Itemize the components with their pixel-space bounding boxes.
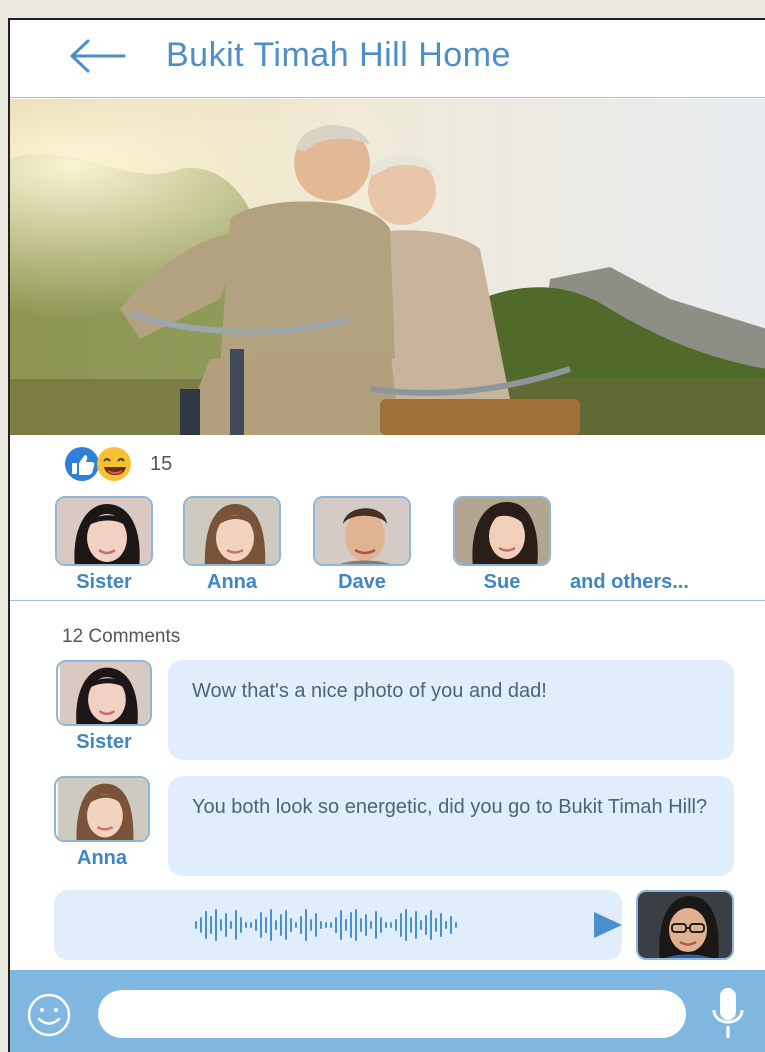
comment-bubble: Wow that's a nice photo of you and dad! [168,660,734,760]
liker-anna[interactable]: Anna [180,496,284,594]
composer-bar [10,970,765,1052]
reaction-summary[interactable]: 15 [62,446,172,482]
avatar [54,776,150,842]
smiley-icon[interactable] [26,992,72,1038]
liker-name: Anna [207,571,257,593]
app-screen: Bukit Timah Hill Home 15 Sister Anna Dav… [8,18,765,1052]
avatar [453,496,551,566]
liker-dave[interactable]: Dave [310,496,414,594]
microphone-icon[interactable] [710,986,746,1042]
divider [10,600,765,601]
liker-sister[interactable]: Sister [52,496,156,594]
arrow-left-icon [70,39,126,73]
liker-sue[interactable]: Sue [450,496,554,594]
liker-name: Sue [483,571,521,593]
top-bar: Bukit Timah Hill Home [10,20,765,98]
comment-author-anna[interactable]: Anna [52,776,152,870]
back-button[interactable] [66,36,130,76]
avatar [55,496,153,566]
waveform-icon [195,909,457,941]
and-others-link[interactable]: and others... [570,571,689,594]
avatar [56,660,152,726]
message-input[interactable] [98,990,686,1038]
voice-message[interactable] [54,890,622,960]
comment-author-name: Sister [76,731,132,753]
reaction-count: 15 [150,452,173,475]
comment-author-name: Anna [77,847,127,869]
post-photo-image [10,99,765,435]
thumbs-up-icon [65,447,131,481]
comment-count: 12 Comments [62,626,181,647]
liker-name: Dave [338,571,386,593]
voice-sender-avatar[interactable] [636,890,734,960]
play-icon[interactable] [592,910,624,940]
comment-author-sister[interactable]: Sister [54,660,154,754]
page-title: Bukit Timah Hill Home [166,36,511,74]
liker-name: Sister [76,571,132,593]
post-photo[interactable] [10,99,765,435]
avatar [183,496,281,566]
avatar [313,496,411,566]
comment-bubble: You both look so energetic, did you go t… [168,776,734,876]
